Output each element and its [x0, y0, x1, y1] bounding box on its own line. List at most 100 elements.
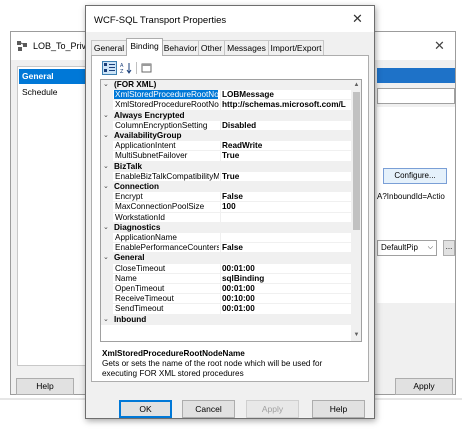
row-gutter — [101, 263, 113, 274]
row-gutter — [101, 212, 113, 223]
property-category[interactable]: ⌄ Diagnostics — [101, 222, 351, 233]
background-nav-pane: General Schedule — [17, 66, 91, 366]
property-row[interactable]: ReceiveTimeout 00:10:00 — [101, 294, 351, 305]
cancel-button[interactable]: Cancel — [182, 400, 235, 418]
row-gutter — [101, 304, 113, 315]
categorized-icon[interactable] — [102, 61, 117, 75]
scrollbar-thumb[interactable] — [353, 92, 360, 230]
property-row[interactable]: WorkstationId — [101, 212, 351, 223]
alphabetical-icon[interactable]: AZ — [119, 61, 134, 75]
property-row[interactable]: ApplicationIntent ReadWrite — [101, 141, 351, 152]
property-category[interactable]: ⌄ Always Encrypted — [101, 110, 351, 121]
category-name: BizTalk — [114, 161, 143, 171]
property-row[interactable]: Name sqlBinding — [101, 273, 351, 284]
property-row[interactable]: XmlStoredProcedureRootNodeNLOBMessage — [101, 90, 351, 101]
nav-item-general[interactable]: General — [19, 69, 91, 84]
category-name: (FOR XML) — [114, 80, 157, 89]
property-pages-icon[interactable] — [139, 61, 154, 75]
property-category[interactable]: ⌄ General — [101, 253, 351, 264]
chevron-down-icon: ⌵ — [427, 244, 433, 251]
row-gutter — [101, 284, 113, 295]
category-name: Connection — [114, 182, 160, 191]
property-row[interactable]: MaxConnectionPoolSize 100 — [101, 202, 351, 213]
property-grid: ⌄ (FOR XML)XmlStoredProcedureRootNodeNLOB… — [100, 79, 362, 342]
help-title: XmlStoredProcedureRootNodeName — [102, 349, 245, 358]
nav-item-schedule[interactable]: Schedule — [19, 85, 91, 100]
apply-button[interactable]: Apply — [246, 400, 299, 418]
property-category[interactable]: ⌄ BizTalk — [101, 161, 351, 172]
category-background — [113, 253, 351, 264]
property-category[interactable]: ⌄ Connection — [101, 182, 351, 193]
tab-behavior[interactable]: Behavior — [162, 40, 199, 55]
tab-other[interactable]: Other — [198, 40, 225, 55]
collapse-icon[interactable]: ⌄ — [103, 80, 109, 90]
row-gutter — [101, 120, 113, 131]
tab-messages[interactable]: Messages — [224, 40, 269, 55]
row-gutter — [101, 171, 113, 182]
background-apply-button[interactable]: Apply — [395, 378, 453, 395]
svg-text:Z: Z — [120, 69, 124, 74]
property-row[interactable]: OpenTimeout 00:01:00 — [101, 284, 351, 295]
collapse-icon[interactable]: ⌄ — [103, 111, 109, 121]
collapse-icon[interactable]: ⌄ — [103, 162, 109, 172]
scrollbar[interactable]: ▲ ▼ — [351, 80, 361, 341]
property-row[interactable]: SendTimeout 00:01:00 — [101, 304, 351, 315]
row-gutter — [101, 233, 113, 244]
property-category[interactable]: ⌄ Inbound — [101, 314, 351, 325]
category-background — [113, 161, 351, 172]
binding-tab-panel: AZ ⌄(FOR XML)XmlStoredProcedureRootNodeN… — [91, 55, 369, 382]
row-gutter — [101, 100, 113, 111]
tab-import-export[interactable]: Import/Export — [268, 40, 324, 55]
row-gutter — [101, 151, 113, 162]
category-name: Always Encrypted — [114, 110, 185, 120]
property-row[interactable]: EnableBizTalkCompatibilityModeTrue — [101, 171, 351, 182]
background-panel — [377, 107, 455, 303]
dialog-titlebar: WCF-SQL Transport Properties ✕ — [86, 6, 374, 32]
category-name: General — [114, 253, 145, 263]
property-grid-toolbar: AZ — [102, 60, 152, 76]
property-row[interactable]: CloseTimeout 00:01:00 — [101, 263, 351, 274]
ok-button[interactable]: OK — [119, 400, 172, 418]
category-name: AvailabilityGroup — [114, 131, 182, 140]
transport-properties-dialog: WCF-SQL Transport Properties ✕ General B… — [85, 5, 375, 419]
property-category[interactable]: ⌄ (FOR XML) — [101, 80, 351, 91]
collapse-icon[interactable]: ⌄ — [103, 315, 109, 325]
tab-binding[interactable]: Binding — [126, 38, 163, 56]
help-description: Gets or sets the name of the root node w… — [102, 359, 323, 378]
row-gutter — [101, 294, 113, 305]
property-row[interactable]: XmlStoredProcedureRootNodeNhttp://schema… — [101, 100, 351, 111]
close-icon[interactable]: ✕ — [352, 11, 363, 27]
row-gutter — [101, 192, 113, 203]
row-gutter — [101, 90, 113, 101]
property-row[interactable]: ApplicationName — [101, 233, 351, 244]
category-name: Diagnostics — [114, 222, 161, 232]
property-row[interactable]: Encrypt False — [101, 192, 351, 203]
scroll-down-icon[interactable]: ▼ — [351, 330, 361, 341]
dialog-title: WCF-SQL Transport Properties — [94, 15, 227, 26]
pipeline-select[interactable]: DefaultPip ⌵ — [377, 240, 437, 256]
configure-button[interactable]: Configure... — [383, 168, 447, 184]
property-help-pane: XmlStoredProcedureRootNodeName Gets or s… — [100, 346, 362, 380]
browse-button[interactable]: ... — [443, 240, 455, 256]
background-input[interactable] — [377, 88, 455, 104]
help-button[interactable]: Help — [312, 400, 365, 418]
row-gutter — [101, 141, 113, 152]
property-row[interactable]: EnablePerformanceCounters False — [101, 243, 351, 254]
collapse-icon[interactable]: ⌄ — [103, 253, 109, 263]
category-name: Inbound — [114, 314, 147, 324]
background-header-strip — [377, 68, 455, 83]
property-row[interactable]: ColumnEncryptionSetting Disabled — [101, 120, 351, 131]
collapse-icon[interactable]: ⌄ — [103, 223, 109, 233]
background-help-button[interactable]: Help — [16, 378, 74, 395]
collapse-icon[interactable]: ⌄ — [103, 131, 109, 141]
tab-general[interactable]: General — [91, 40, 127, 55]
scroll-up-icon[interactable]: ▲ — [351, 80, 361, 91]
property-category[interactable]: ⌄ AvailabilityGroup — [101, 131, 351, 142]
uri-text: A?InboundId=Actio — [377, 192, 445, 201]
pipeline-value: DefaultPip — [381, 243, 418, 252]
row-gutter — [101, 273, 113, 284]
close-icon[interactable]: ✕ — [434, 38, 445, 54]
collapse-icon[interactable]: ⌄ — [103, 182, 109, 192]
property-row[interactable]: MultiSubnetFailover True — [101, 151, 351, 162]
toolbar-separator — [136, 62, 137, 74]
